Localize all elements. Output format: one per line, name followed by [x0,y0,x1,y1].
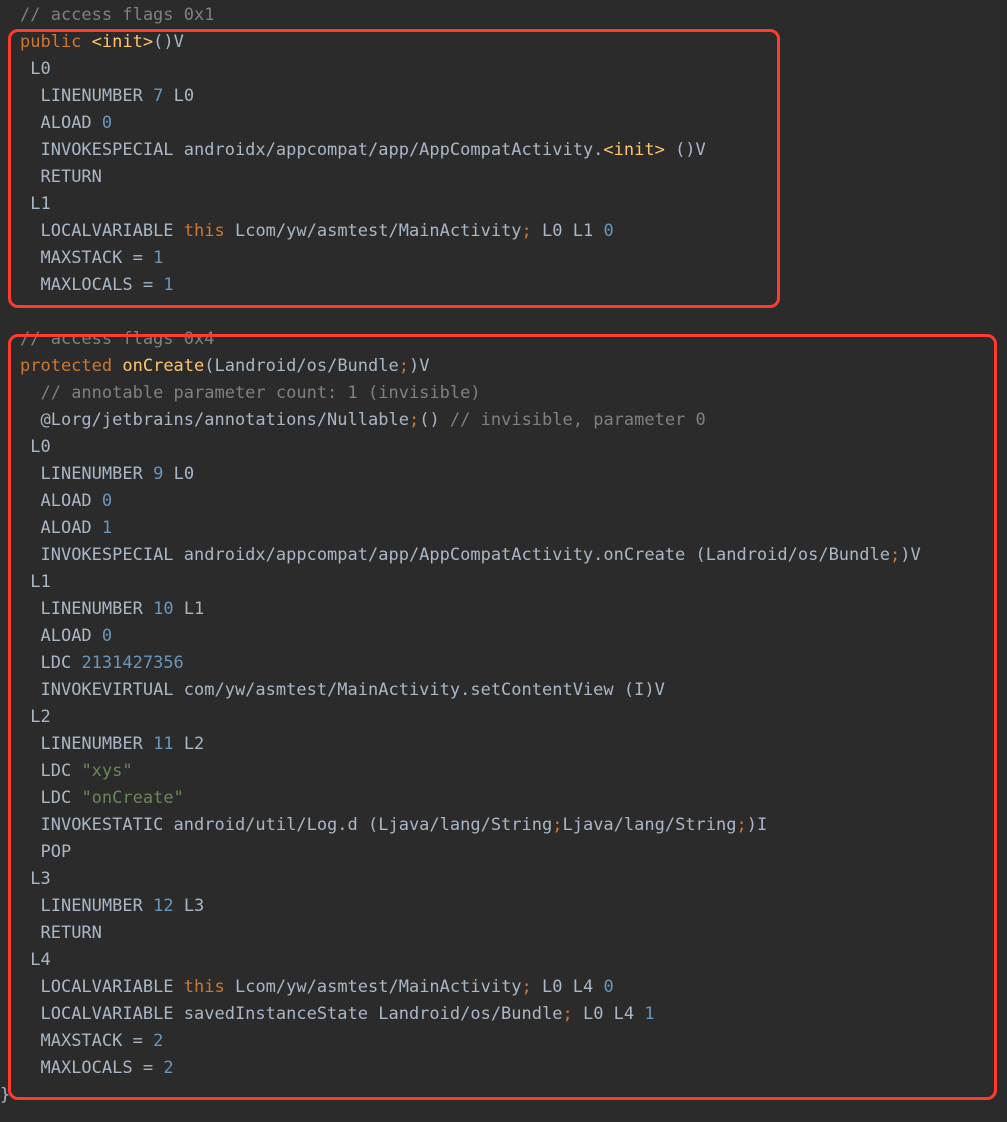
comment: // access flags 0x1 [20,5,214,25]
label: L1 [30,572,50,592]
comment: // access flags 0x4 [20,329,214,349]
number: 0 [102,113,112,133]
keyword-protected: protected [20,356,112,376]
opcode: ALOAD [40,113,101,133]
opcode: LINENUMBER [40,86,153,106]
code-block: // access flags 0x1 public <init>()V L0 … [0,2,1007,1109]
label: L0 [30,59,50,79]
label: L2 [30,707,50,727]
opcode: RETURN [40,167,101,187]
label: L0 [30,437,50,457]
opcode: LOCALVARIABLE [40,221,183,241]
label: L4 [30,950,50,970]
comment: // annotable parameter count: 1 (invisib… [40,383,480,403]
method-name: onCreate [122,356,204,376]
opcode: INVOKESPECIAL androidx/appcompat/app/App… [40,140,603,160]
method-name: <init> [92,32,153,52]
label: L1 [30,194,50,214]
decl-suffix: ()V [153,32,184,52]
keyword-public: public [20,32,81,52]
code-canvas: // access flags 0x1 public <init>()V L0 … [0,0,1007,1122]
number: 7 [153,86,163,106]
label: L3 [30,869,50,889]
